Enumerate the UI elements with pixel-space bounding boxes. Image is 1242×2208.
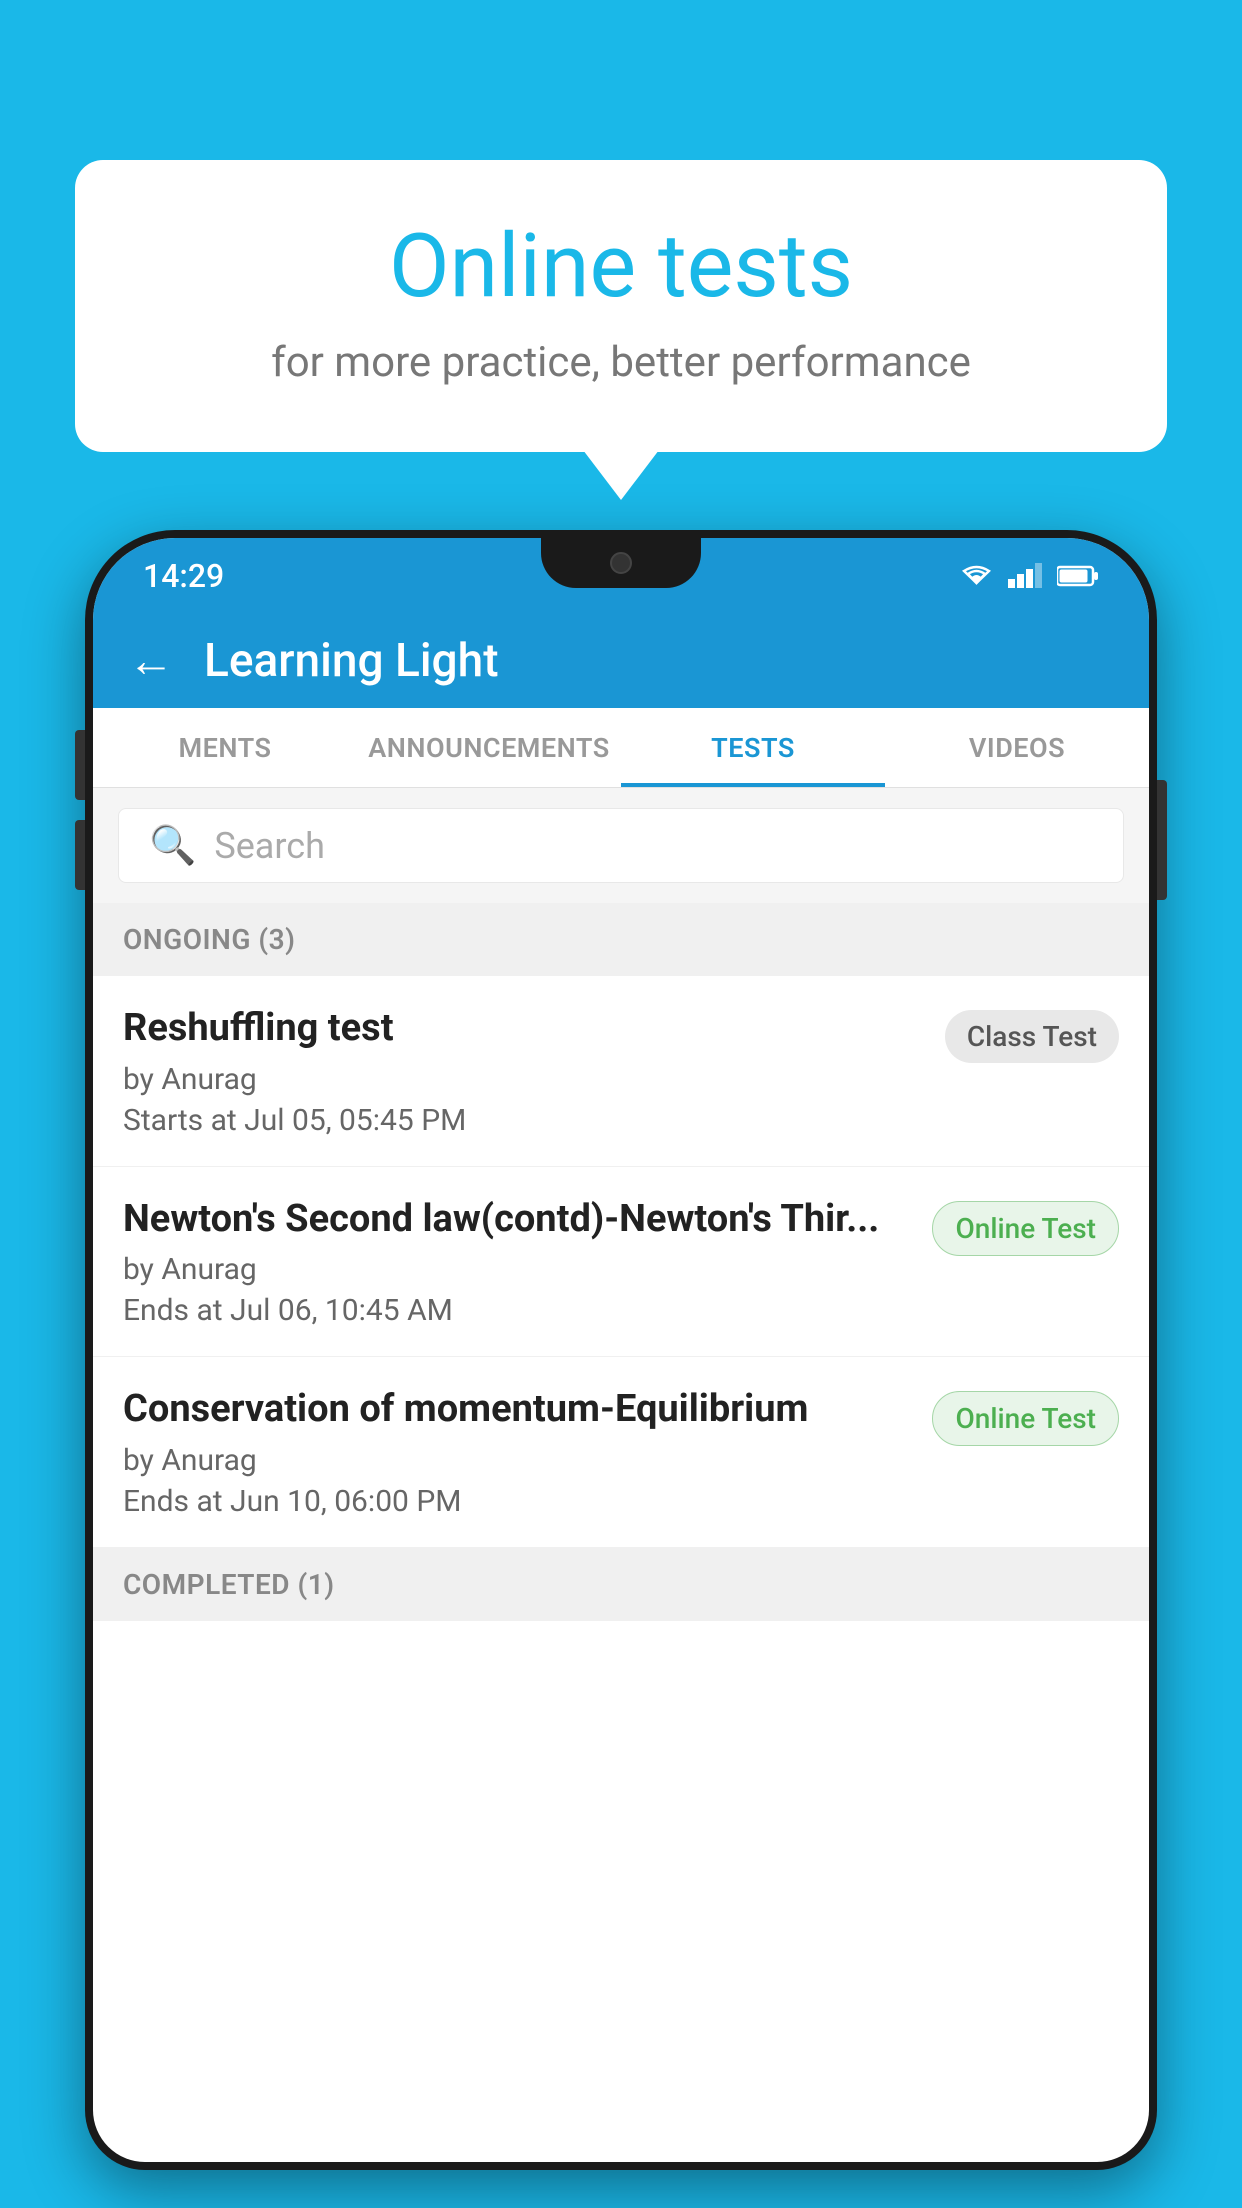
battery-icon <box>1057 565 1099 587</box>
app-header: ← Learning Light <box>93 613 1149 708</box>
test-title-2: Newton's Second law(contd)-Newton's Thir… <box>123 1197 912 1243</box>
test-date-1: Starts at Jul 05, 05:45 PM <box>123 1103 925 1138</box>
status-time: 14:29 <box>143 557 224 595</box>
tab-announcements[interactable]: ANNOUNCEMENTS <box>357 708 621 787</box>
ongoing-section-header: ONGOING (3) <box>93 903 1149 976</box>
badge-online-test-2: Online Test <box>932 1201 1119 1256</box>
back-button[interactable]: ← <box>128 633 174 688</box>
test-list: Reshuffling test by Anurag Starts at Jul… <box>93 976 1149 1548</box>
search-icon: 🔍 <box>149 824 196 868</box>
bubble-subtitle: for more practice, better performance <box>135 338 1107 387</box>
wifi-icon <box>959 563 994 588</box>
status-bar: 14:29 <box>93 538 1149 613</box>
test-author-1: by Anurag <box>123 1062 925 1097</box>
search-input[interactable]: Search <box>214 825 325 867</box>
tabs-bar: MENTS ANNOUNCEMENTS TESTS VIDEOS <box>93 708 1149 788</box>
search-bar[interactable]: 🔍 Search <box>118 808 1124 883</box>
volume-down-button[interactable] <box>75 820 85 890</box>
test-author-2: by Anurag <box>123 1252 912 1287</box>
bubble-title: Online tests <box>135 215 1107 318</box>
test-item-3[interactable]: Conservation of momentum-Equilibrium by … <box>93 1357 1149 1548</box>
test-date-2: Ends at Jul 06, 10:45 AM <box>123 1293 912 1328</box>
volume-up-button[interactable] <box>75 730 85 800</box>
signal-icon <box>1008 563 1043 588</box>
tab-videos[interactable]: VIDEOS <box>885 708 1149 787</box>
test-info-2: Newton's Second law(contd)-Newton's Thir… <box>123 1197 912 1329</box>
search-container: 🔍 Search <box>93 788 1149 903</box>
test-item-2[interactable]: Newton's Second law(contd)-Newton's Thir… <box>93 1167 1149 1358</box>
speech-bubble: Online tests for more practice, better p… <box>75 160 1167 452</box>
phone-frame: 14:29 <box>85 530 1157 2208</box>
badge-online-test-3: Online Test <box>932 1391 1119 1446</box>
test-item-1[interactable]: Reshuffling test by Anurag Starts at Jul… <box>93 976 1149 1167</box>
power-button[interactable] <box>1157 780 1167 900</box>
notch <box>541 538 701 588</box>
test-date-3: Ends at Jun 10, 06:00 PM <box>123 1484 912 1519</box>
status-icons <box>959 563 1099 588</box>
header-title: Learning Light <box>204 634 499 688</box>
completed-section-header: COMPLETED (1) <box>93 1548 1149 1621</box>
test-info-3: Conservation of momentum-Equilibrium by … <box>123 1387 912 1519</box>
tab-ments[interactable]: MENTS <box>93 708 357 787</box>
camera <box>610 552 632 574</box>
tab-tests[interactable]: TESTS <box>621 708 885 787</box>
test-title-1: Reshuffling test <box>123 1006 925 1052</box>
test-info-1: Reshuffling test by Anurag Starts at Jul… <box>123 1006 925 1138</box>
badge-class-test-1: Class Test <box>945 1010 1119 1063</box>
test-title-3: Conservation of momentum-Equilibrium <box>123 1387 912 1433</box>
test-author-3: by Anurag <box>123 1443 912 1478</box>
